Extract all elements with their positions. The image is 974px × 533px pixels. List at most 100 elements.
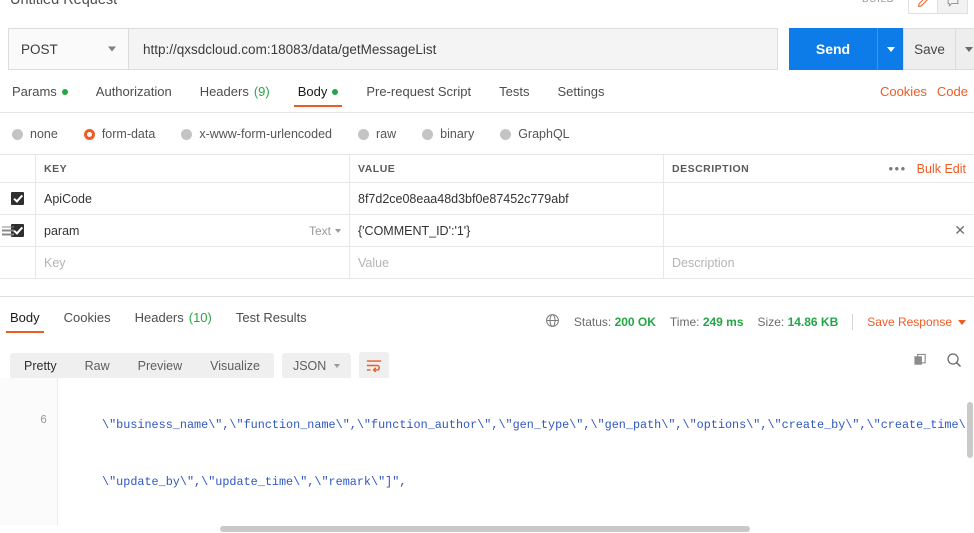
header-key-cell: KEY xyxy=(36,155,350,182)
row-value-value: 8f7d2ce08eaa48d3bf0e87452c779abf xyxy=(358,191,569,206)
response-language-select[interactable]: JSON xyxy=(281,352,352,379)
tab-pre-request-script[interactable]: Pre-request Script xyxy=(366,84,471,107)
view-mode-visualize[interactable]: Visualize xyxy=(196,353,274,379)
tab-params[interactable]: Params xyxy=(12,84,68,107)
tab-body[interactable]: Body xyxy=(293,84,342,107)
search-icon[interactable] xyxy=(946,352,962,373)
vertical-scrollbar-thumb[interactable] xyxy=(967,402,973,458)
body-type-binary-label: binary xyxy=(440,127,475,141)
status-group: Status: 200 OK xyxy=(574,315,656,329)
row-type-value: Text xyxy=(308,223,331,238)
body-type-raw[interactable]: raw xyxy=(358,127,396,141)
response-format-bar: Pretty Raw Preview Visualize JSON xyxy=(10,352,390,379)
body-type-form-data[interactable]: form-data xyxy=(83,127,156,141)
request-title-bar: Untitled Request BUILD xyxy=(0,0,974,14)
table-row: param Text {'COMMENT_ID':'1'} ✕ xyxy=(0,215,974,247)
new-description-placeholder: Description xyxy=(672,255,735,270)
body-type-radio-group: none form-data x-www-form-urlencoded raw… xyxy=(12,124,596,144)
tab-headers-count: (9) xyxy=(253,84,270,99)
vertical-scrollbar[interactable] xyxy=(966,378,974,533)
body-type-none-label: none xyxy=(30,127,58,141)
modified-dot-icon xyxy=(332,88,339,95)
tab-body-label: Body xyxy=(297,84,328,99)
response-tab-headers-count: (10) xyxy=(188,310,212,325)
modified-dot-icon xyxy=(61,88,68,95)
row-key-cell[interactable]: ApiCode xyxy=(36,183,350,214)
response-json-code: \"business_name\",\"function_name\",\"fu… xyxy=(68,378,974,533)
code-link[interactable]: Code xyxy=(937,84,968,99)
radio-icon xyxy=(181,128,193,140)
panel-divider xyxy=(0,296,974,297)
body-type-none[interactable]: none xyxy=(12,127,58,141)
radio-icon xyxy=(12,128,23,140)
column-header-description: DESCRIPTION xyxy=(672,162,750,175)
form-data-table: KEY VALUE DESCRIPTION ••• Bulk Edit ApiC… xyxy=(0,154,974,279)
new-key-cell[interactable]: Key xyxy=(36,247,350,278)
send-button-group: Send xyxy=(789,28,903,70)
new-key-placeholder: Key xyxy=(44,255,66,270)
row-checkbox-cell xyxy=(0,215,36,246)
chevron-down-icon xyxy=(335,228,341,233)
save-response-label: Save Response xyxy=(867,315,952,329)
row-type-select[interactable]: Text xyxy=(309,224,341,238)
table-row-empty: Key Value Description xyxy=(0,247,974,279)
new-description-cell[interactable]: Description xyxy=(664,247,974,278)
row-value-cell[interactable]: {'COMMENT_ID':'1'} xyxy=(350,215,664,246)
save-options-button[interactable] xyxy=(955,28,974,70)
size-label: Size: xyxy=(757,315,785,329)
url-input[interactable]: http://qxsdcloud.com:18083/data/getMessa… xyxy=(128,28,778,70)
tab-params-label: Params xyxy=(12,84,57,99)
tab-settings-label: Settings xyxy=(557,84,605,99)
row-key-cell[interactable]: param Text xyxy=(36,215,350,246)
tab-tests-label: Tests xyxy=(499,84,530,99)
comment-icon[interactable] xyxy=(938,0,968,14)
response-tab-cookies[interactable]: Cookies xyxy=(64,310,111,333)
save-button[interactable]: Save xyxy=(903,28,955,70)
drag-handle-icon[interactable] xyxy=(2,226,14,235)
response-meta: Status: 200 OK Time: 249 ms Size: 14.86 … xyxy=(545,313,966,331)
tab-authorization[interactable]: Authorization xyxy=(96,84,172,107)
size-group: Size: 14.86 KB xyxy=(758,315,839,329)
more-options-icon[interactable]: ••• xyxy=(889,161,907,176)
http-method-select[interactable]: POST xyxy=(8,28,128,70)
code-line: \"update_by\",\"update_time\",\"remark\"… xyxy=(102,475,407,489)
row-value-cell[interactable]: 8f7d2ce08eaa48d3bf0e87452c779abf xyxy=(350,183,664,214)
row-description-cell[interactable]: ✕ xyxy=(664,215,974,246)
remove-row-icon[interactable]: ✕ xyxy=(954,222,966,239)
tab-tests[interactable]: Tests xyxy=(499,84,529,107)
http-method-value: POST xyxy=(21,41,58,57)
word-wrap-icon[interactable] xyxy=(359,352,390,379)
build-label: BUILD xyxy=(862,0,894,5)
body-type-graphql[interactable]: GraphQL xyxy=(500,127,570,141)
view-mode-raw[interactable]: Raw xyxy=(71,353,124,379)
code-line: \"business_name\",\"function_name\",\"fu… xyxy=(102,418,974,432)
body-type-binary[interactable]: binary xyxy=(422,127,474,141)
view-mode-pretty[interactable]: Pretty xyxy=(10,352,71,379)
tab-authorization-label: Authorization xyxy=(95,84,172,99)
tab-headers[interactable]: Headers (9) xyxy=(200,84,270,107)
send-button[interactable]: Send xyxy=(789,28,877,70)
cookies-link[interactable]: Cookies xyxy=(880,84,927,99)
table-header-row: KEY VALUE DESCRIPTION ••• Bulk Edit xyxy=(0,155,974,183)
body-type-form-data-label: form-data xyxy=(101,127,156,141)
response-right-icons xyxy=(913,352,962,373)
save-response-button[interactable]: Save Response xyxy=(867,315,966,329)
send-options-button[interactable] xyxy=(877,28,903,70)
response-tab-test-results[interactable]: Test Results xyxy=(236,310,307,333)
response-language-value: JSON xyxy=(292,358,327,373)
view-mode-preview[interactable]: Preview xyxy=(124,353,196,379)
response-body-viewer[interactable]: 6 \"business_name\",\"function_name\",\"… xyxy=(0,378,974,533)
horizontal-scrollbar-thumb[interactable] xyxy=(220,526,750,532)
body-type-x-www-form-urlencoded[interactable]: x-www-form-urlencoded xyxy=(181,127,332,141)
header-description-cell: DESCRIPTION ••• Bulk Edit xyxy=(664,155,974,182)
row-checkbox[interactable] xyxy=(11,192,24,205)
row-description-cell[interactable] xyxy=(664,183,974,214)
response-tab-headers[interactable]: Headers (10) xyxy=(135,310,212,333)
bulk-edit-button[interactable]: Bulk Edit xyxy=(917,162,966,176)
new-value-cell[interactable]: Value xyxy=(350,247,664,278)
tab-settings[interactable]: Settings xyxy=(557,84,604,107)
response-tab-body[interactable]: Body xyxy=(6,310,44,333)
horizontal-scrollbar[interactable] xyxy=(0,525,974,533)
pencil-icon[interactable] xyxy=(908,0,938,14)
copy-icon[interactable] xyxy=(913,353,928,373)
